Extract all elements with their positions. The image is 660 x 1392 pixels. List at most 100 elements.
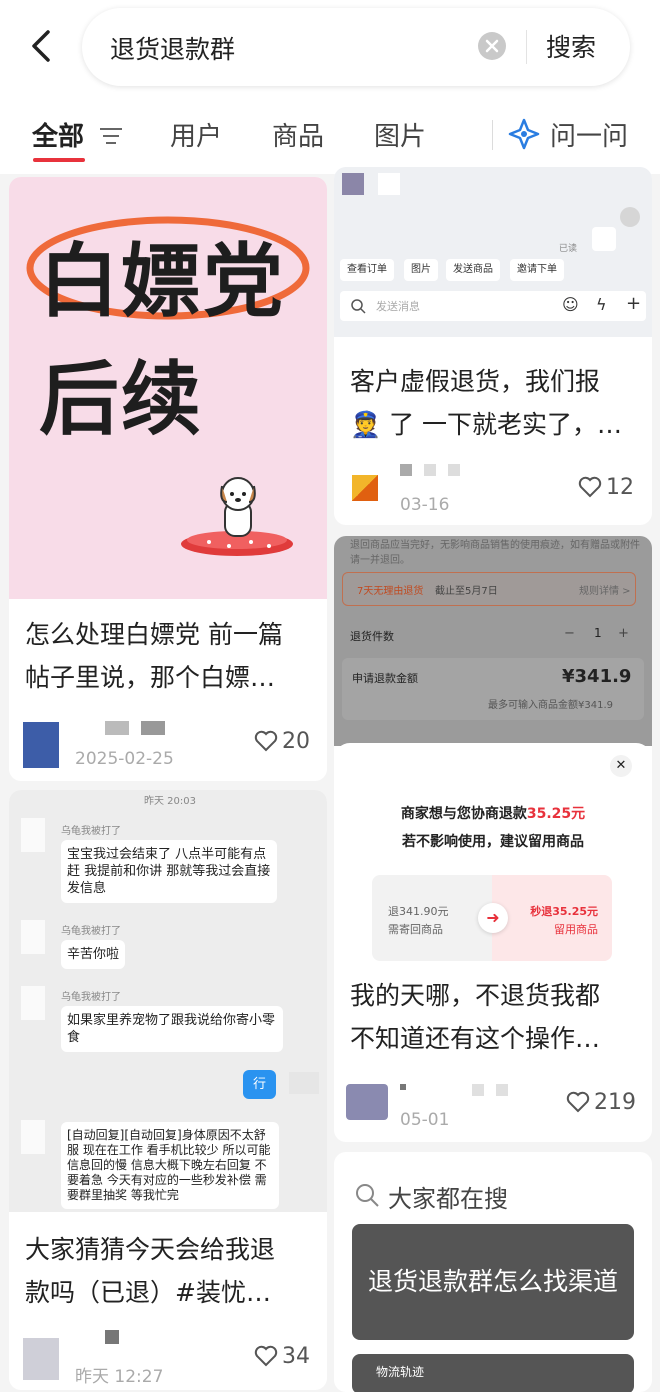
- top-bar: 退货退款群 搜索: [0, 0, 660, 96]
- chip-send-product: 发送商品: [446, 259, 500, 281]
- chat-time: 昨天 20:03: [144, 796, 196, 807]
- username[interactable]: [448, 464, 460, 476]
- note-cover: 昨天 20:03 乌龟我被打了 宝宝我过会结束了 八点半可能有点赶 我提前和你讲…: [9, 790, 327, 1212]
- emoji-icon: ☺: [562, 295, 579, 314]
- message-placeholder: 发送消息: [376, 300, 420, 313]
- like-count: 20: [282, 729, 310, 754]
- note-title: 客户虚假退货，我们报: [350, 367, 601, 396]
- minus-icon: −: [564, 626, 575, 641]
- heart-icon: [254, 730, 278, 752]
- ask-ai-icon[interactable]: [508, 118, 540, 150]
- chat-message: [自动回复][自动回复]身体原因不太舒服 现在在工作 看手机比较少 所以可能信息…: [61, 1122, 279, 1209]
- dog-illustration-icon: [181, 477, 293, 556]
- lightning-icon: ϟ: [596, 295, 607, 314]
- chip-invite-order: 邀请下单: [510, 259, 564, 281]
- note-card[interactable]: 昨天 20:03 乌龟我被打了 宝宝我过会结束了 八点半可能有点赶 我提前和你讲…: [9, 790, 327, 1390]
- like-button[interactable]: 34: [254, 1344, 310, 1369]
- arrow-right-icon: ➜: [478, 903, 508, 933]
- note-cover: 退回商品应当完好，无影响商品销售的使用痕迹，如有赠品或附件请一并退回。 7天无理…: [334, 536, 652, 746]
- avatar[interactable]: [23, 722, 59, 768]
- note-title: 帖子里说，那个白嫖…: [25, 663, 276, 692]
- username[interactable]: [105, 1330, 119, 1344]
- username[interactable]: [472, 1084, 484, 1096]
- tab-users[interactable]: 用户: [170, 116, 222, 153]
- refund-badge: 7天无理由退货: [357, 586, 424, 597]
- search-icon: [356, 1184, 379, 1207]
- option-keep: 秒退35.25元 留用商品: [492, 875, 612, 961]
- chat-message: 辛苦你啦: [61, 940, 126, 969]
- note-date: 2025-02-25: [75, 749, 174, 769]
- tab-bar: 全部 用户 商品 图片 问一问: [0, 96, 660, 174]
- refund-rule-link: 规则详情 >: [579, 586, 631, 597]
- chat-name: 乌龟我被打了: [61, 826, 121, 837]
- option-right-1: 秒退35.25元: [530, 905, 598, 918]
- popup-line2: 若不影响使用，建议留用商品: [402, 834, 584, 850]
- note-date: 昨天 12:27: [75, 1367, 164, 1387]
- username[interactable]: [400, 1084, 406, 1090]
- chat-message: 宝宝我过会结束了 八点半可能有点赶 我提前和你讲 那就等我过会直接发信息: [61, 840, 277, 903]
- trending-item[interactable]: 退货退款群怎么找渠道: [352, 1224, 634, 1340]
- ask-button[interactable]: 问一问: [550, 116, 628, 153]
- note-title: 款吗（已退）#装忧…: [25, 1278, 271, 1307]
- note-cover: 白嫖党 后续: [9, 177, 327, 599]
- plus-icon: +: [618, 626, 629, 641]
- message-bubble: [378, 173, 400, 195]
- option-return: 退341.90元 需寄回商品: [372, 875, 492, 961]
- note-card[interactable]: 白嫖党 后续 怎么处理白嫖党 前一篇 帖子里说，那个白嫖… 2025-02-25…: [9, 177, 327, 781]
- option-left-2: 需寄回商品: [388, 923, 443, 936]
- avatar[interactable]: [346, 1084, 388, 1120]
- cover-text: 白嫖党: [39, 235, 285, 328]
- read-status: 已读: [559, 244, 578, 254]
- note-card[interactable]: 已读 查看订单 图片 发送商品 邀请下单 发送消息 ☺ ϟ + 客户虚假退货，我…: [334, 167, 652, 525]
- chat-name: 乌龟我被打了: [61, 992, 121, 1003]
- refund-amount: ¥341.9: [562, 666, 632, 687]
- message-bubble: [592, 227, 616, 251]
- tab-all[interactable]: 全部: [32, 116, 84, 153]
- search-button[interactable]: 搜索: [546, 28, 596, 64]
- note-title: 👮 了 一下就老实了，…: [350, 410, 623, 439]
- popup-line1: 商家想与您协商退款35.25元: [334, 803, 652, 823]
- popup-text: 商家想与您协商退款: [400, 806, 527, 822]
- note-card[interactable]: 退回商品应当完好，无影响商品销售的使用痕迹，如有赠品或附件请一并退回。 7天无理…: [334, 536, 652, 1142]
- refund-policy-row: 7天无理由退货 截止至5月7日 规则详情 >: [342, 572, 636, 606]
- chat-name: 乌龟我被打了: [61, 926, 121, 937]
- search-query[interactable]: 退货退款群: [110, 30, 235, 66]
- like-button[interactable]: 20: [254, 729, 310, 754]
- username[interactable]: [141, 721, 165, 735]
- divider: [492, 120, 493, 150]
- tab-images[interactable]: 图片: [374, 116, 426, 153]
- search-input[interactable]: 退货退款群 搜索: [82, 8, 630, 86]
- option-left-1: 退341.90元: [388, 905, 449, 918]
- like-count: 12: [606, 475, 634, 500]
- popup-amount: 35.25元: [526, 806, 586, 822]
- trending-label: 大家都在搜: [388, 1185, 508, 1213]
- like-button[interactable]: 12: [578, 475, 634, 500]
- refund-amount-label: 申请退款金额: [352, 672, 418, 685]
- heart-icon: [578, 476, 602, 498]
- note-title: 怎么处理白嫖党 前一篇: [25, 620, 283, 649]
- username[interactable]: [496, 1084, 508, 1096]
- trending-item[interactable]: 物流轨迹: [352, 1354, 634, 1392]
- refund-qty-label: 退货件数: [350, 630, 394, 643]
- note-cover: 已读 查看订单 图片 发送商品 邀请下单 发送消息 ☺ ϟ +: [334, 167, 652, 337]
- tab-products[interactable]: 商品: [272, 116, 324, 153]
- avatar: [342, 173, 364, 195]
- avatar[interactable]: [352, 475, 378, 501]
- clear-icon[interactable]: [478, 32, 506, 60]
- like-count: 34: [282, 1344, 310, 1369]
- negotiation-popup: ✕ 商家想与您协商退款35.25元 若不影响使用，建议留用商品 退341.90元…: [334, 743, 652, 973]
- avatar[interactable]: [23, 1338, 59, 1380]
- trending-card: 大家都在搜 退货退款群怎么找渠道 物流轨迹: [334, 1152, 652, 1392]
- refund-note: 退回商品应当完好，无影响商品销售的使用痕迹，如有赠品或附件请一并退回。: [350, 540, 640, 566]
- username[interactable]: [400, 464, 412, 476]
- chip-view-order: 查看订单: [340, 259, 394, 281]
- username[interactable]: [424, 464, 436, 476]
- note-title: 不知道还有这个操作…: [350, 1024, 601, 1053]
- refund-max: 最多可输入商品金额¥341.9: [488, 700, 613, 711]
- like-button[interactable]: 219: [566, 1090, 636, 1115]
- cover-text: 后续: [39, 353, 203, 446]
- avatar: [21, 986, 45, 1020]
- username[interactable]: [105, 721, 129, 735]
- filter-icon[interactable]: [98, 126, 124, 146]
- back-arrow-icon[interactable]: [26, 26, 60, 66]
